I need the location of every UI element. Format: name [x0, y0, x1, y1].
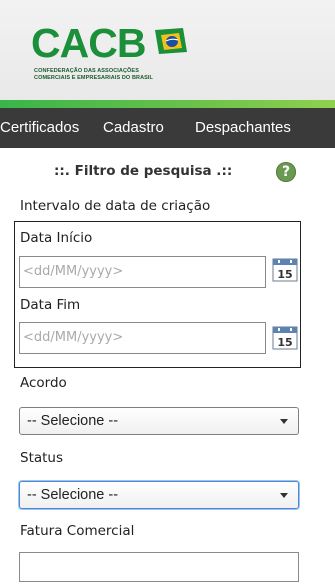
calendar-icon[interactable]: 15: [272, 258, 298, 282]
logo-subtitle-line-2: COMERCIAIS E EMPRESARIAIS DO BRASIL: [34, 74, 154, 81]
header-divider: [0, 100, 335, 108]
agreement-select[interactable]: -- Selecione --: [19, 407, 299, 435]
date-range-label: Intervalo de data de criação: [20, 198, 211, 214]
logo-subtitle-line-1: CONFEDERAÇÃO DAS ASSOCIAÇÕES: [34, 68, 139, 74]
svg-text:15: 15: [277, 336, 292, 349]
cacb-logo[interactable]: CACB CONFEDERAÇÃO DAS ASSOCIAÇÕES COMERC…: [31, 20, 191, 92]
start-date-label: Data Início: [20, 230, 93, 246]
chevron-down-icon: [280, 493, 288, 498]
help-icon[interactable]: ?: [276, 162, 296, 182]
end-date-input[interactable]: <dd/MM/yyyy>: [19, 322, 266, 354]
invoice-input[interactable]: [19, 552, 299, 582]
nav-item-cadastro[interactable]: Cadastro: [103, 108, 164, 148]
filter-title: ::. Filtro de pesquisa .::: [54, 163, 233, 179]
logo-flag-icon: [155, 28, 187, 54]
chevron-down-icon: [280, 419, 288, 424]
main-nav: Certificados Cadastro Despachantes: [0, 108, 335, 148]
status-select[interactable]: -- Selecione --: [19, 481, 299, 509]
header: CACB CONFEDERAÇÃO DAS ASSOCIAÇÕES COMERC…: [0, 0, 335, 100]
svg-text:15: 15: [277, 268, 292, 281]
status-label: Status: [20, 450, 64, 466]
agreement-select-value: -- Selecione --: [27, 413, 119, 429]
nav-item-certificados[interactable]: Certificados: [0, 108, 79, 148]
invoice-label: Fatura Comercial: [20, 523, 135, 539]
calendar-icon[interactable]: 15: [272, 326, 298, 350]
agreement-label: Acordo: [20, 375, 67, 391]
logo-subtitle: CONFEDERAÇÃO DAS ASSOCIAÇÕES COMERCIAIS …: [34, 68, 153, 81]
logo-text: CACB: [31, 20, 146, 66]
filter-header: ::. Filtro de pesquisa .:: ?: [0, 162, 335, 184]
nav-item-despachantes[interactable]: Despachantes: [195, 108, 291, 148]
end-date-label: Data Fim: [20, 297, 81, 313]
start-date-input[interactable]: <dd/MM/yyyy>: [19, 256, 266, 288]
status-select-value: -- Selecione --: [27, 487, 119, 503]
